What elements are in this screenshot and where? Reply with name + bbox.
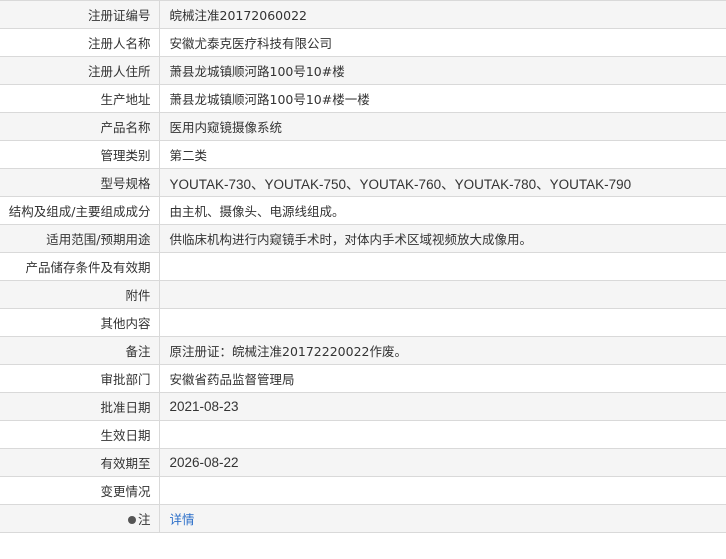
value-registrant-name: 安徽尤泰克医疗科技有限公司	[159, 28, 726, 57]
label-approval-department: 审批部门	[0, 364, 160, 393]
label-registration-number: 注册证编号	[0, 0, 160, 29]
value-note: 详情	[159, 504, 726, 533]
label-registrant-address: 注册人住所	[0, 56, 160, 85]
value-product-name: 医用内窥镜摄像系统	[159, 112, 726, 141]
row-effective-date: 生效日期	[0, 420, 726, 449]
row-registrant-name: 注册人名称 安徽尤泰克医疗科技有限公司	[0, 28, 726, 57]
value-intended-use: 供临床机构进行内窥镜手术时，对体内手术区域视频放大成像用。	[159, 224, 726, 253]
row-remarks: 备注 原注册证：皖械注准20172220022作废。	[0, 336, 726, 365]
value-remarks: 原注册证：皖械注准20172220022作废。	[159, 336, 726, 365]
label-change-status: 变更情况	[0, 476, 160, 505]
value-registrant-address: 萧县龙城镇顺河路100号10#楼	[159, 56, 726, 85]
value-effective-date	[159, 420, 726, 449]
value-other-content	[159, 308, 726, 337]
label-registrant-name: 注册人名称	[0, 28, 160, 57]
value-attachment	[159, 280, 726, 309]
value-approval-date: 2021-08-23	[159, 392, 726, 421]
note-label: 注	[137, 512, 151, 527]
value-storage-validity	[159, 252, 726, 281]
row-management-category: 管理类别 第二类	[0, 140, 726, 169]
label-attachment: 附件	[0, 280, 160, 309]
label-storage-validity: 产品储存条件及有效期	[0, 252, 160, 281]
label-production-address: 生产地址	[0, 84, 160, 113]
label-management-category: 管理类别	[0, 140, 160, 169]
value-valid-until: 2026-08-22	[159, 448, 726, 477]
label-product-name: 产品名称	[0, 112, 160, 141]
row-intended-use: 适用范围/预期用途 供临床机构进行内窥镜手术时，对体内手术区域视频放大成像用。	[0, 224, 726, 253]
row-product-name: 产品名称 医用内窥镜摄像系统	[0, 112, 726, 141]
value-management-category: 第二类	[159, 140, 726, 169]
label-structure-composition: 结构及组成/主要组成成分	[0, 196, 160, 225]
details-link[interactable]: 详情	[170, 512, 195, 527]
row-registration-number: 注册证编号 皖械注准20172060022	[0, 0, 726, 29]
label-model-spec: 型号规格	[0, 168, 160, 197]
row-structure-composition: 结构及组成/主要组成成分 由主机、摄像头、电源线组成。	[0, 196, 726, 225]
value-registration-number: 皖械注准20172060022	[159, 0, 726, 29]
label-valid-until: 有效期至	[0, 448, 160, 477]
row-registrant-address: 注册人住所 萧县龙城镇顺河路100号10#楼	[0, 56, 726, 85]
row-other-content: 其他内容	[0, 308, 726, 337]
label-approval-date: 批准日期	[0, 392, 160, 421]
row-storage-validity: 产品储存条件及有效期	[0, 252, 726, 281]
row-change-status: 变更情况	[0, 476, 726, 505]
registration-record-table: 注册证编号 皖械注准20172060022 注册人名称 安徽尤泰克医疗科技有限公…	[0, 0, 726, 533]
row-valid-until: 有效期至 2026-08-22	[0, 448, 726, 477]
label-other-content: 其他内容	[0, 308, 160, 337]
value-structure-composition: 由主机、摄像头、电源线组成。	[159, 196, 726, 225]
value-model-spec: YOUTAK-730、YOUTAK-750、YOUTAK-760、YOUTAK-…	[159, 168, 726, 197]
label-intended-use: 适用范围/预期用途	[0, 224, 160, 253]
row-note: 注 详情	[0, 504, 726, 533]
label-note: 注	[0, 504, 160, 533]
value-production-address: 萧县龙城镇顺河路100号10#楼一楼	[159, 84, 726, 113]
note-icon	[127, 516, 136, 524]
row-approval-department: 审批部门 安徽省药品监督管理局	[0, 364, 726, 393]
row-attachment: 附件	[0, 280, 726, 309]
label-effective-date: 生效日期	[0, 420, 160, 449]
row-approval-date: 批准日期 2021-08-23	[0, 392, 726, 421]
value-approval-department: 安徽省药品监督管理局	[159, 364, 726, 393]
label-remarks: 备注	[0, 336, 160, 365]
value-change-status	[159, 476, 726, 505]
row-production-address: 生产地址 萧县龙城镇顺河路100号10#楼一楼	[0, 84, 726, 113]
row-model-spec: 型号规格 YOUTAK-730、YOUTAK-750、YOUTAK-760、YO…	[0, 168, 726, 197]
